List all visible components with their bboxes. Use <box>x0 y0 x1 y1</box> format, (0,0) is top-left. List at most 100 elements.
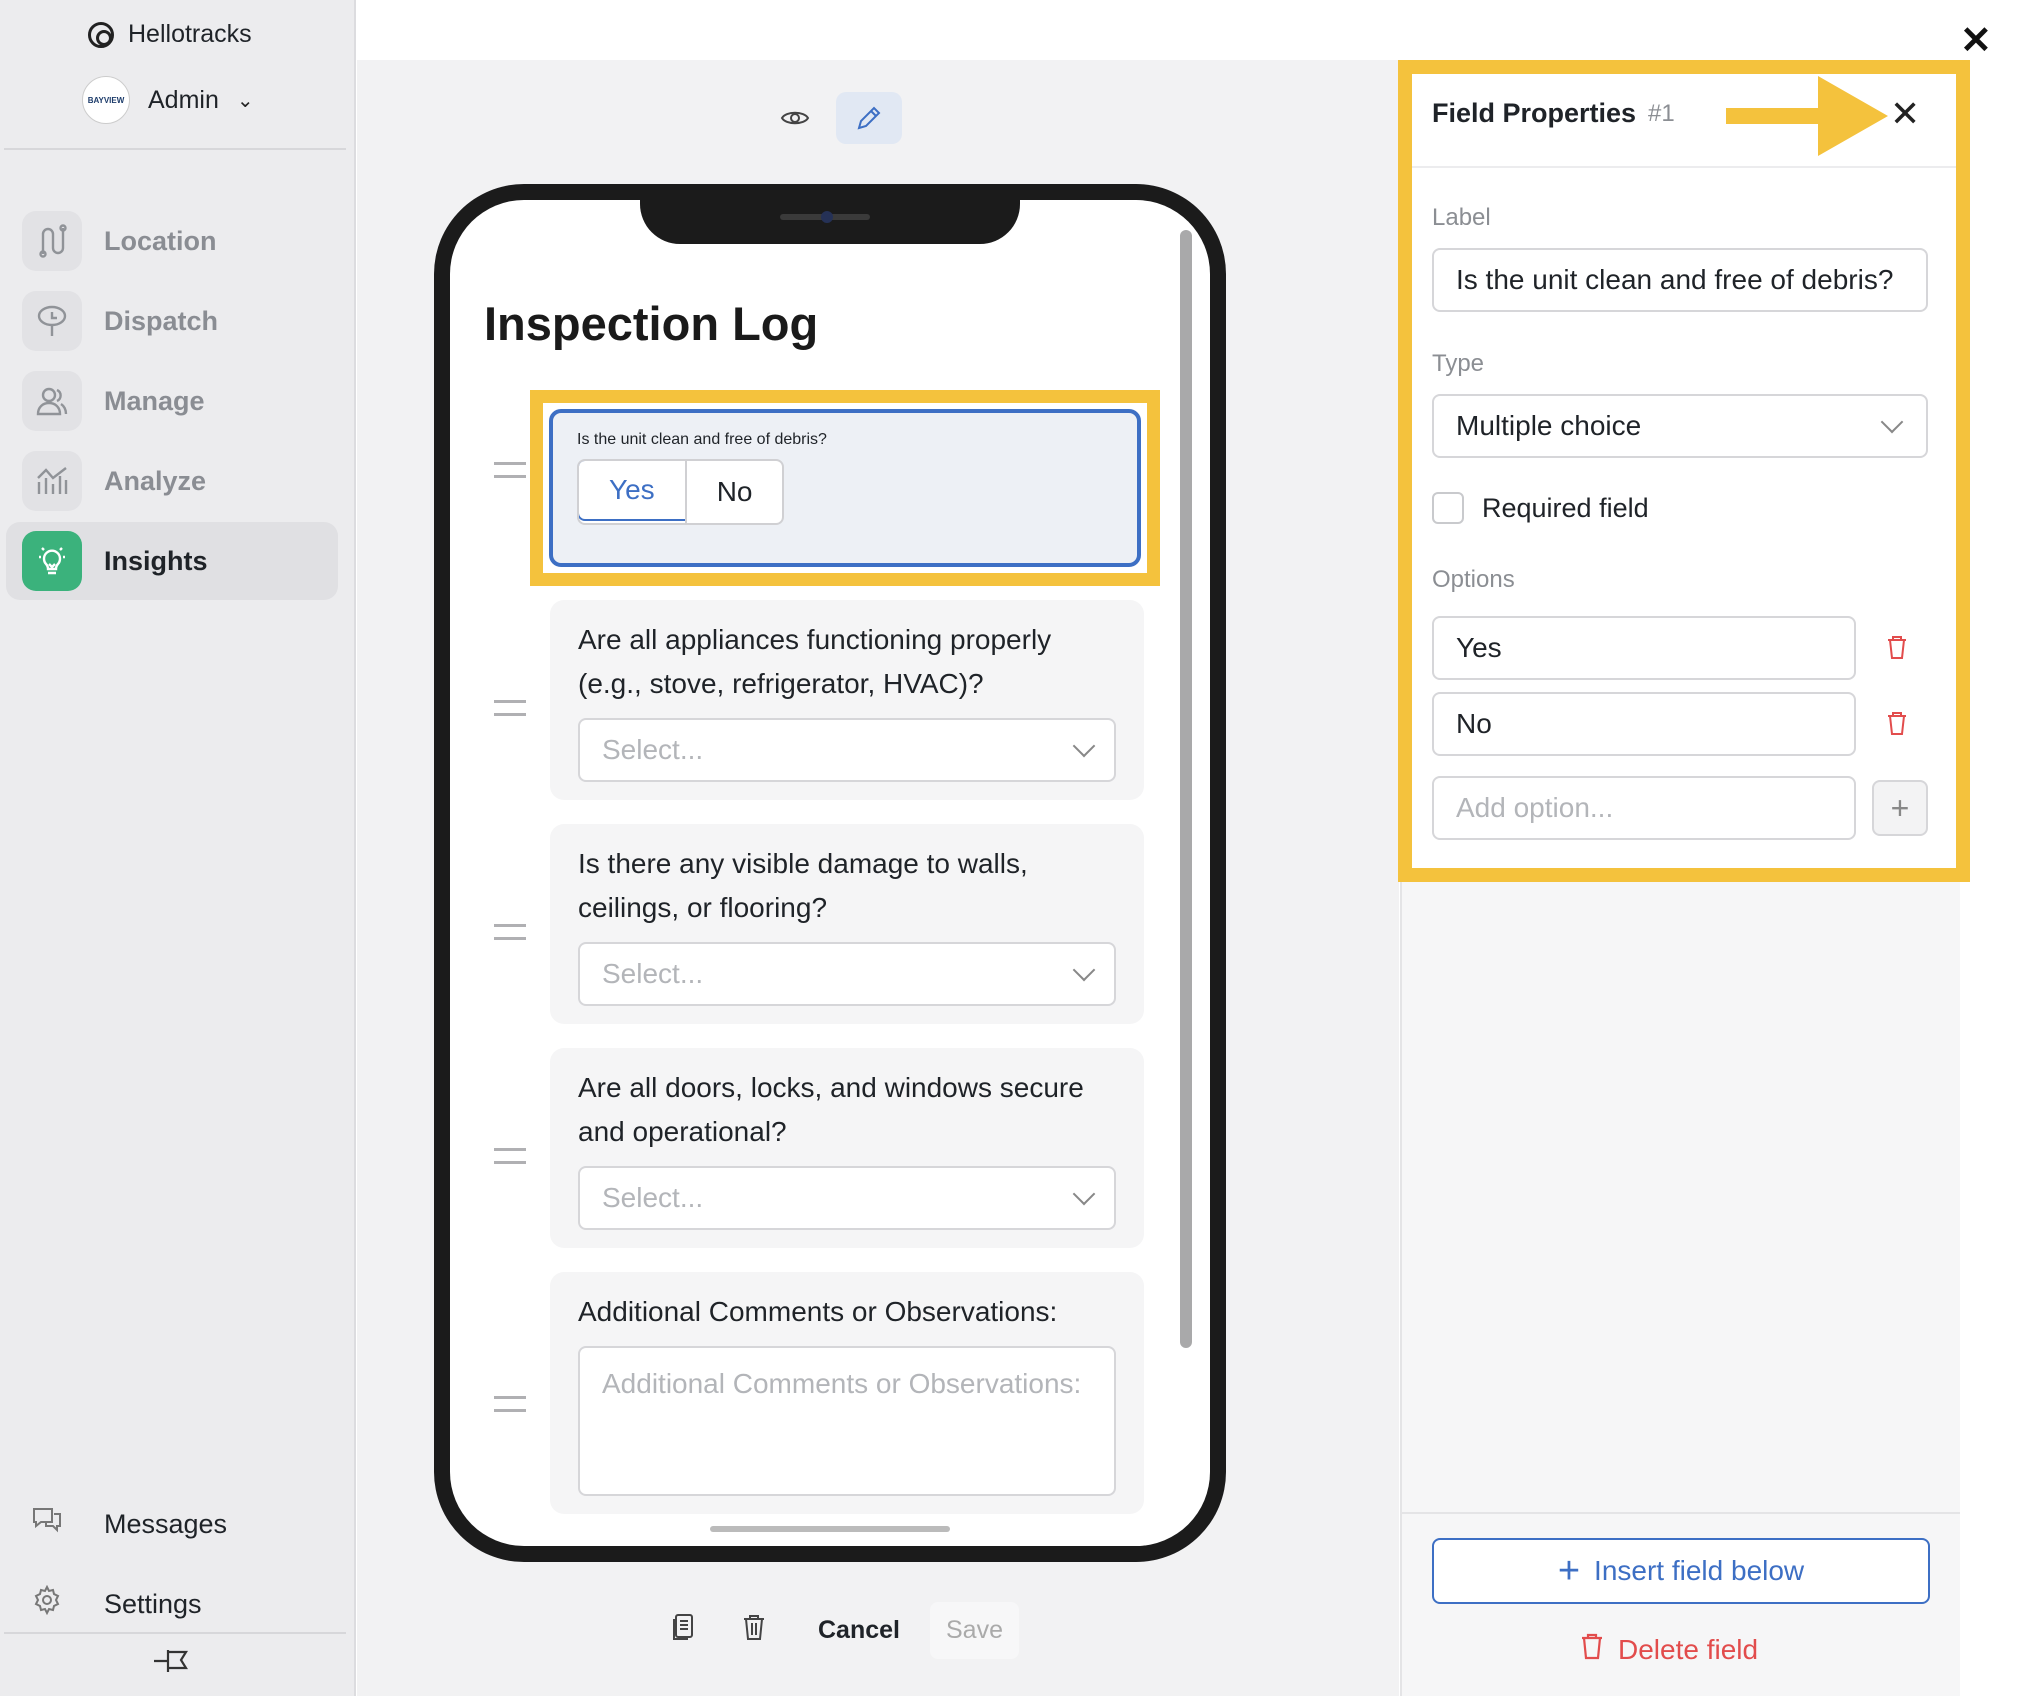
choice-no[interactable]: No <box>684 461 783 523</box>
delete-option-icon[interactable] <box>1886 634 1908 667</box>
sidebar-item-label: Analyze <box>104 465 207 496</box>
chevron-down-icon <box>1072 734 1096 758</box>
options-heading: Options <box>1432 566 1515 593</box>
drag-handle-icon[interactable] <box>494 1396 526 1412</box>
select-placeholder: Select... <box>602 958 704 989</box>
sidebar-item-label: Insights <box>104 545 208 576</box>
close-panel-icon[interactable]: ✕ <box>1890 96 1920 132</box>
phone-screen: Inspection Log Is the unit clean and fre… <box>450 200 1210 1546</box>
home-indicator <box>710 1526 950 1532</box>
chevron-down-icon <box>1072 1182 1096 1206</box>
add-option-plus-icon[interactable]: + <box>1872 780 1928 836</box>
delete-field-button[interactable]: Delete field <box>1580 1632 1758 1667</box>
phone-notch <box>640 200 1020 244</box>
form-title: Inspection Log <box>484 297 819 350</box>
main-nav: Location Dispatch Manage Analyze Insight… <box>6 202 338 602</box>
selected-field-highlight: Is the unit clean and free of debris? Ye… <box>530 390 1160 586</box>
field-question: Is the unit clean and free of debris? <box>577 431 827 448</box>
divider <box>1412 166 1956 168</box>
phone-preview: Inspection Log Is the unit clean and fre… <box>434 184 1226 1562</box>
trash-icon[interactable] <box>734 1613 774 1648</box>
field-question: Are all doors, locks, and windows secure… <box>578 1072 1084 1147</box>
hellotracks-logo-icon <box>88 21 114 48</box>
sidebar-item-label: Settings <box>104 1588 202 1619</box>
divider <box>1400 1512 1960 1514</box>
sidebar-item-location[interactable]: Location <box>6 202 338 280</box>
label-input[interactable]: Is the unit clean and free of debris? <box>1432 248 1928 312</box>
type-select[interactable]: Multiple choice <box>1432 394 1928 458</box>
insert-label: Insert field below <box>1594 1555 1805 1586</box>
scrollbar[interactable] <box>1180 230 1192 1348</box>
type-value: Multiple choice <box>1456 410 1642 441</box>
field-select[interactable]: Select... <box>578 1166 1116 1230</box>
top-bar <box>357 0 2018 60</box>
gear-icon <box>30 1584 64 1623</box>
checkbox-box[interactable] <box>1432 492 1464 524</box>
field-select[interactable]: Select... <box>578 942 1116 1006</box>
view-mode-toggle <box>762 92 902 144</box>
duplicate-icon[interactable] <box>664 1613 704 1648</box>
chevron-down-icon: ⌄ <box>236 89 254 112</box>
divider <box>4 1632 346 1634</box>
sidebar-item-manage[interactable]: Manage <box>6 362 338 440</box>
option-input-no[interactable]: No <box>1432 692 1856 756</box>
messages-icon <box>30 1506 64 1542</box>
field-number: #1 <box>1648 100 1675 127</box>
sidebar-item-label: Manage <box>104 385 205 416</box>
camera-dot <box>821 211 833 223</box>
trash-icon <box>1580 1632 1604 1667</box>
analyze-chart-icon <box>22 451 82 511</box>
field-question: Are all appliances functioning properly … <box>578 624 1052 699</box>
editor-actions: Cancel Save <box>664 1602 1019 1659</box>
insert-field-button[interactable]: + Insert field below <box>1432 1538 1930 1604</box>
close-editor-icon[interactable]: ✕ <box>1960 22 1992 60</box>
type-heading: Type <box>1432 350 1485 377</box>
divider <box>4 148 346 150</box>
form-field-4[interactable]: Are all doors, locks, and windows secure… <box>550 1048 1144 1248</box>
location-route-icon <box>22 211 82 271</box>
drag-handle-icon[interactable] <box>494 700 526 716</box>
account-menu[interactable]: BAYVIEW Admin ⌄ <box>82 76 254 124</box>
delete-option-icon[interactable] <box>1886 710 1908 743</box>
form-field-2[interactable]: Are all appliances functioning properly … <box>550 600 1144 800</box>
org-name: Hellotracks <box>128 20 252 48</box>
select-placeholder: Select... <box>602 734 704 765</box>
sidebar-item-dispatch[interactable]: Dispatch <box>6 282 338 360</box>
form-field-1[interactable]: Is the unit clean and free of debris? Ye… <box>549 409 1141 567</box>
sidebar-item-label: Dispatch <box>104 305 219 336</box>
label-heading: Label <box>1432 204 1491 231</box>
panel-title: Field Properties <box>1432 98 1637 128</box>
sidebar: Hellotracks BAYVIEW Admin ⌄ Location Dis… <box>0 0 356 1696</box>
pin-sidebar-icon[interactable] <box>152 1646 192 1684</box>
sidebar-item-label: Messages <box>104 1508 228 1539</box>
choice-toggle: Yes No <box>577 459 785 525</box>
delete-label: Delete field <box>1618 1633 1759 1665</box>
save-button[interactable]: Save <box>929 1602 1019 1659</box>
chevron-down-icon <box>1072 958 1096 982</box>
option-input-yes[interactable]: Yes <box>1432 616 1856 680</box>
choice-yes[interactable]: Yes <box>579 461 687 521</box>
comments-textarea[interactable]: Additional Comments or Observations: <box>578 1346 1116 1496</box>
cancel-button[interactable]: Cancel <box>818 1616 900 1645</box>
avatar: BAYVIEW <box>82 76 130 124</box>
org-header: Hellotracks <box>88 20 252 49</box>
field-question: Is there any visible damage to walls, ce… <box>578 848 1028 923</box>
required-checkbox[interactable]: Required field <box>1432 492 1649 524</box>
sidebar-item-label: Location <box>104 225 217 256</box>
field-select[interactable]: Select... <box>578 718 1116 782</box>
plus-icon: + <box>1557 1549 1581 1592</box>
required-label: Required field <box>1482 492 1649 523</box>
sidebar-item-messages[interactable]: Messages <box>30 1484 227 1564</box>
sidebar-item-insights[interactable]: Insights <box>6 522 338 600</box>
form-field-5[interactable]: Additional Comments or Observations: Add… <box>550 1272 1144 1514</box>
add-option-input[interactable]: Add option... <box>1432 776 1856 840</box>
edit-pencil-icon[interactable] <box>836 92 902 144</box>
field-properties: Field Properties #1 ✕ Label Is the unit … <box>1412 74 1956 868</box>
drag-handle-icon[interactable] <box>494 1148 526 1164</box>
form-field-3[interactable]: Is there any visible damage to walls, ce… <box>550 824 1144 1024</box>
preview-eye-icon[interactable] <box>762 92 828 144</box>
select-placeholder: Select... <box>602 1182 704 1213</box>
drag-handle-icon[interactable] <box>494 924 526 940</box>
drag-handle-icon[interactable] <box>494 462 526 478</box>
sidebar-item-analyze[interactable]: Analyze <box>6 442 338 520</box>
